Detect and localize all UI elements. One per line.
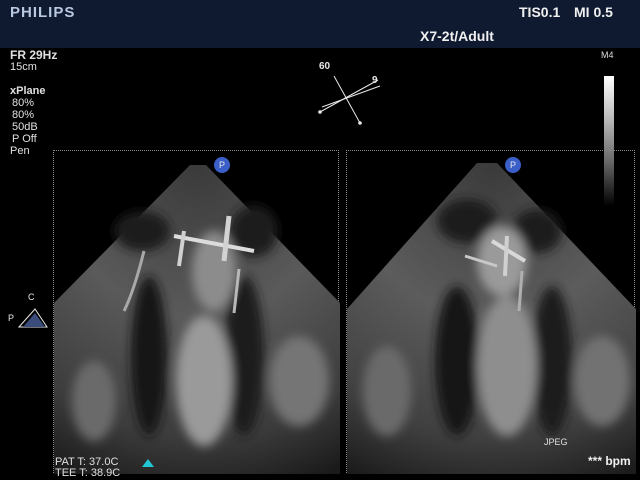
probe-label: X7-2t/Adult [420,28,494,44]
dynamic-range: 50dB [12,121,38,133]
left-plane-frame: P [53,150,340,474]
orientation-p-label: P [8,313,15,323]
plane-angle-secondary: 9 [372,75,378,86]
right-plane-frame: P [346,150,636,474]
right-echo-image: P [347,157,636,474]
svg-text:P: P [510,160,516,170]
cine-marker-icon [142,459,154,467]
svg-text:P: P [219,160,225,170]
gain-2: 80% [12,109,35,121]
orientation-c-label: C [28,292,35,302]
depth: 15cm [10,61,37,73]
plane-angle-primary: 60 [319,61,331,72]
preset: Pen [10,145,30,157]
frame-rate: FR 29Hz [10,48,58,62]
heart-rate-readout: *** bpm [588,454,631,468]
image-format-label: JPEG [544,437,568,447]
brand-logo-text: PHILIPS [10,4,76,21]
gain-1: 80% [12,97,35,109]
grey-map-label: M4 [601,50,614,60]
mi-readout: MI 0.5 [574,4,613,20]
mode-label: xPlane [10,85,46,97]
tis-readout: TIS0.1 [519,4,561,20]
tee-temperature: TEE T: 38.9C [55,467,121,479]
left-echo-image: P [54,157,340,474]
header-bar: PHILIPS TIS0.1 MI 0.5 X7-2t/Adult [0,0,640,48]
persistence: P Off [12,133,37,145]
